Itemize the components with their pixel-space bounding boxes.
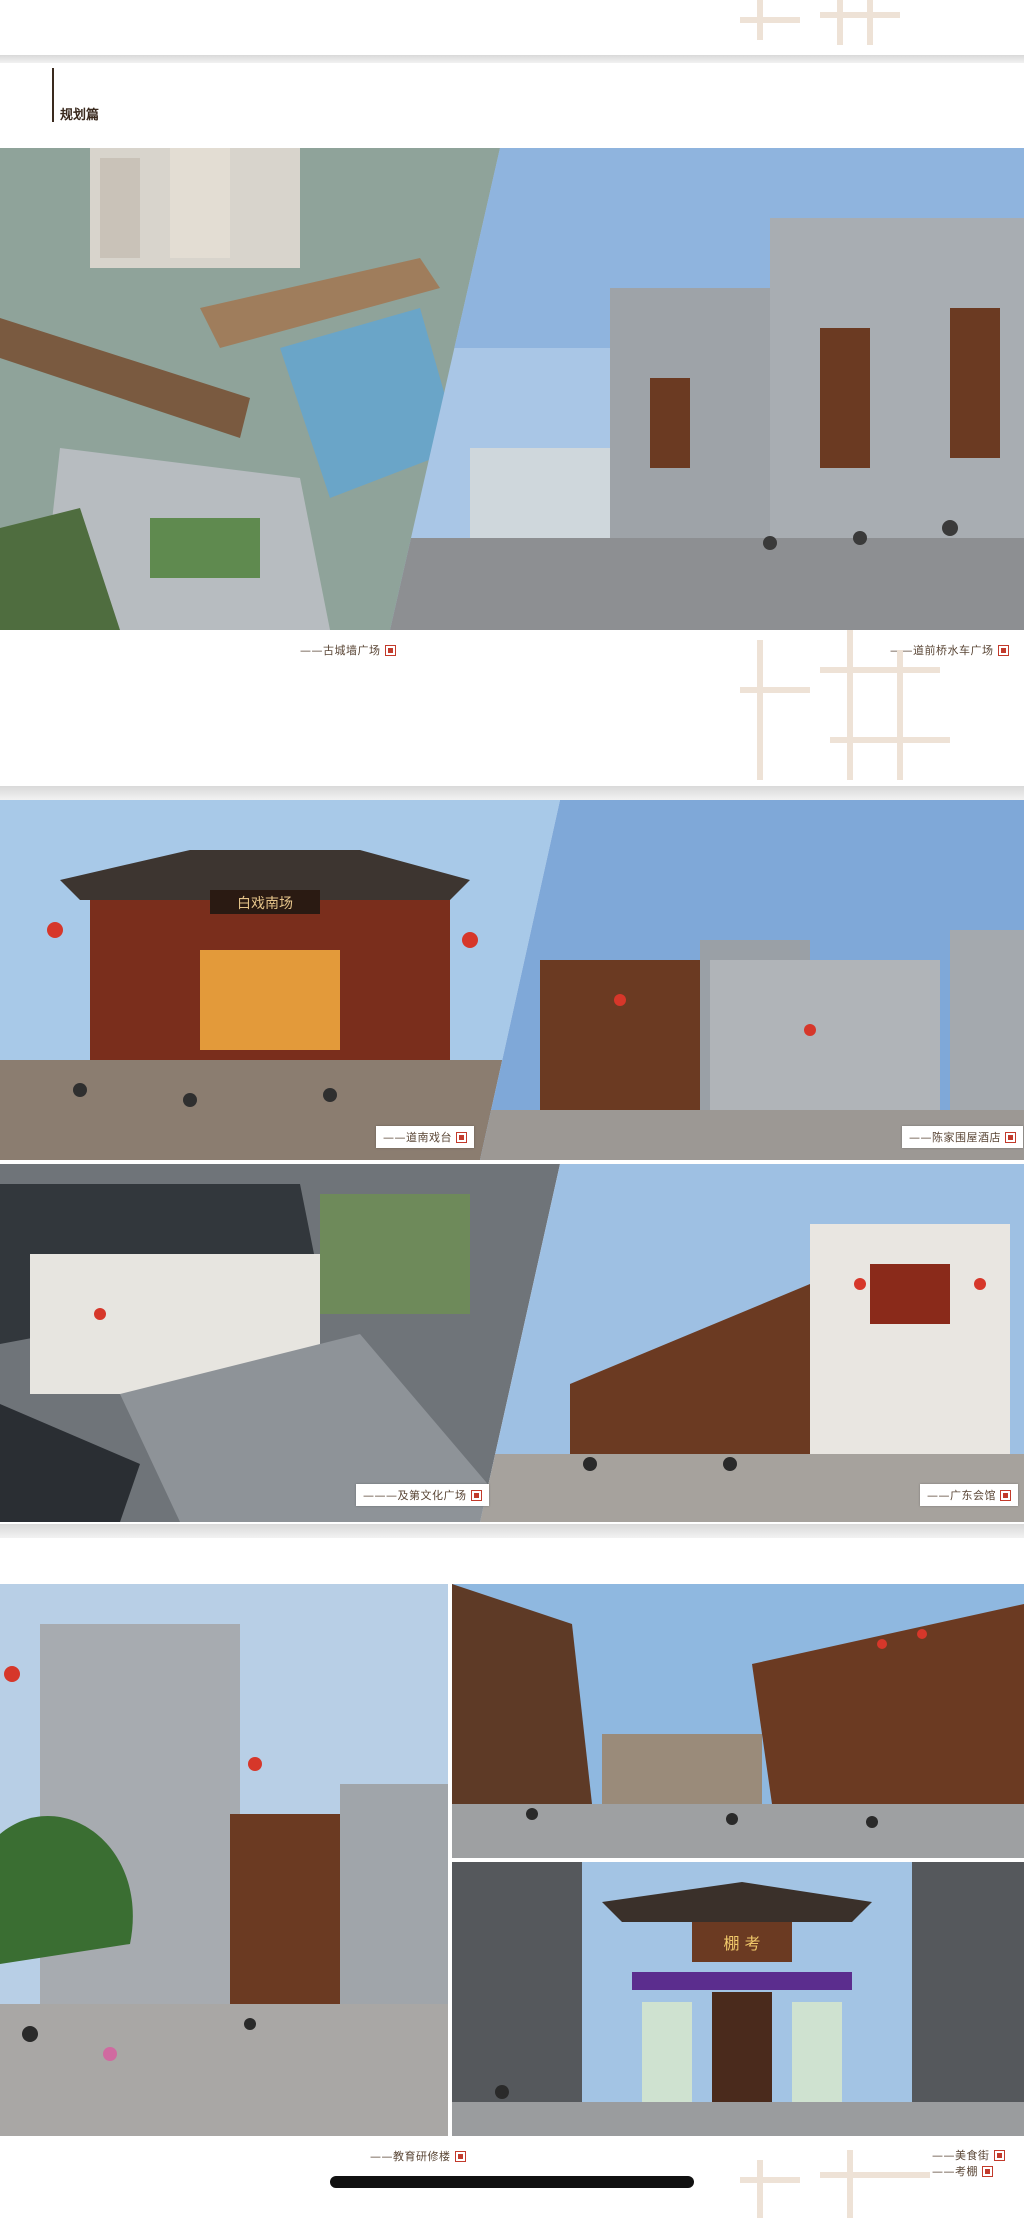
caption-text: ——美食街 xyxy=(932,2149,990,2162)
seal-icon xyxy=(997,644,1009,656)
photo-daonan-stage: 白戏南场 xyxy=(0,800,560,1160)
caption-education-training-building: ——教育研修楼 xyxy=(370,2148,466,2164)
seal-icon xyxy=(1005,1131,1016,1143)
photo-guangdong-guildhall xyxy=(480,1164,1024,1522)
caption-text: ——道南戏台 xyxy=(383,1131,452,1144)
seal-icon xyxy=(982,2165,993,2177)
caption-text: ——教育研修楼 xyxy=(370,2150,451,2163)
seal-icon xyxy=(993,2149,1005,2161)
caption-guangdong-guildhall: ——广东会馆 xyxy=(920,1484,1018,1506)
photo-waterwheel-plaza xyxy=(390,148,1024,630)
caption-text: ——陈家围屋酒店 xyxy=(909,1131,1001,1144)
section-divider xyxy=(0,1524,1024,1538)
caption-daonan-stage: ——道南戏台 xyxy=(376,1126,474,1148)
photo-jidi-culture-plaza xyxy=(0,1164,560,1522)
seal-icon xyxy=(1000,1489,1011,1501)
top-strip xyxy=(0,0,1024,55)
stage-sign: 白戏南场 xyxy=(237,896,293,912)
caption-jidi-culture-plaza: ———及第文化广场 xyxy=(356,1484,489,1506)
seal-icon xyxy=(454,2150,466,2162)
caption-chen-family-hotel: ——陈家围屋酒店 xyxy=(902,1126,1023,1148)
seal-icon xyxy=(384,644,396,656)
photo-chen-family-hotel xyxy=(480,800,1024,1160)
gate-sign: 棚 考 xyxy=(723,1934,760,1953)
photo-examination-hall: 棚 考 xyxy=(452,1862,1024,2136)
chinese-character-watermark xyxy=(740,2150,930,2218)
caption-text: ——广东会馆 xyxy=(927,1489,996,1502)
photo-food-street xyxy=(452,1584,1024,1858)
section-divider xyxy=(0,55,1024,63)
seal-icon xyxy=(470,1489,482,1501)
caption-text: ———及第文化广场 xyxy=(363,1489,467,1502)
chinese-character-watermark xyxy=(740,630,950,780)
caption-ancient-wall-plaza: ——古城墙广场 xyxy=(300,642,396,658)
caption-text: ——古城墙广场 xyxy=(300,644,381,657)
chinese-character-watermark xyxy=(740,0,900,45)
caption-examination-hall: ——考棚 xyxy=(932,2163,993,2179)
section-divider xyxy=(0,786,1024,800)
caption-food-street: ——美食街 xyxy=(932,2147,1005,2163)
section-header-bar xyxy=(52,68,54,122)
home-indicator[interactable] xyxy=(330,2176,694,2188)
section-title: 规划篇 xyxy=(60,108,100,123)
photo-education-training-building xyxy=(0,1584,448,2136)
seal-icon xyxy=(456,1131,467,1143)
